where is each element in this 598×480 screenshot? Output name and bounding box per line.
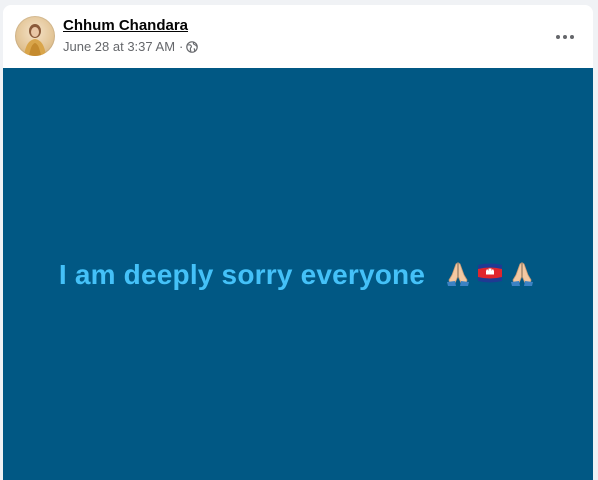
post-text: I am deeply sorry everyone (58, 259, 426, 290)
folded-hands-emoji (447, 262, 470, 286)
meta-separator: · (179, 39, 184, 54)
post-card: Chhum Chandara June 28 at 3:37 AM · I am… (3, 5, 593, 480)
folded-hands-emoji (511, 262, 534, 286)
cambodia-flag-emoji (478, 263, 503, 283)
author-avatar[interactable] (15, 16, 55, 56)
post-content: I am deeply sorry everyone (3, 68, 593, 480)
post-text-line: I am deeply sorry everyone (3, 258, 593, 291)
post-header: Chhum Chandara June 28 at 3:37 AM · (3, 5, 593, 68)
globe-icon[interactable] (186, 40, 199, 53)
author-name[interactable]: Chhum Chandara (63, 17, 188, 34)
post-meta: June 28 at 3:37 AM · (63, 39, 199, 54)
emoji-group (443, 258, 537, 288)
more-options-icon[interactable] (547, 19, 583, 55)
post-timestamp[interactable]: June 28 at 3:37 AM (63, 39, 175, 54)
